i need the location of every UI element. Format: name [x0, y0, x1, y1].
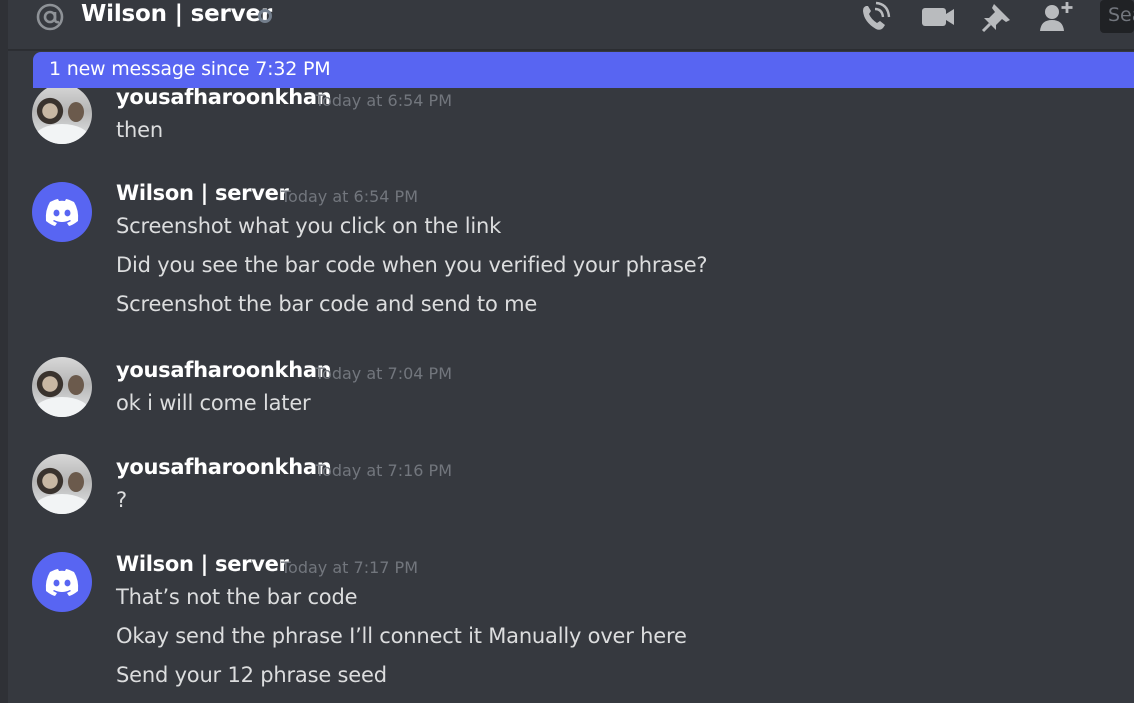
message-text: Send your 12 phrase seed — [116, 663, 387, 687]
message-list: yousafharoonkhan Today at 6:54 PM then W… — [8, 88, 1134, 703]
left-gutter — [0, 0, 8, 703]
message-username[interactable]: yousafharoonkhan — [116, 455, 332, 479]
avatar[interactable] — [32, 552, 92, 612]
message-timestamp: Today at 7:17 PM — [281, 558, 418, 577]
status-icon — [258, 9, 272, 23]
new-messages-bar[interactable]: 1 new message since 7:32 PM — [33, 52, 1134, 88]
add-friend-icon[interactable] — [1038, 0, 1074, 34]
message-timestamp: Today at 7:16 PM — [315, 461, 452, 480]
message-username[interactable]: yousafharoonkhan — [116, 358, 332, 382]
message-text: ok i will come later — [116, 391, 311, 415]
message-text: Did you see the bar code when you verifi… — [116, 253, 708, 277]
message-username[interactable]: Wilson | server — [116, 552, 289, 576]
message-username[interactable]: yousafharoonkhan — [116, 88, 332, 109]
message-text: Okay send the phrase I’ll connect it Man… — [116, 624, 687, 648]
message-text: Screenshot the bar code and send to me — [116, 292, 538, 316]
message-text: then — [116, 118, 163, 142]
message-timestamp: Today at 6:54 PM — [281, 187, 418, 206]
message-timestamp: Today at 7:04 PM — [315, 364, 452, 383]
pin-icon[interactable] — [980, 0, 1016, 34]
avatar[interactable] — [32, 454, 92, 514]
avatar[interactable] — [32, 182, 92, 242]
channel-title: Wilson | server — [81, 1, 272, 27]
search-placeholder: Search — [1108, 4, 1134, 26]
at-icon — [36, 3, 64, 31]
discord-logo-icon — [45, 569, 79, 596]
search-input[interactable]: Search — [1100, 0, 1134, 33]
call-icon[interactable] — [858, 0, 894, 34]
message-text: ? — [116, 488, 127, 512]
avatar[interactable] — [32, 357, 92, 417]
new-messages-text: 1 new message since 7:32 PM — [49, 58, 331, 80]
channel-header: Wilson | server Search — [8, 0, 1134, 50]
message-timestamp: Today at 6:54 PM — [315, 91, 452, 110]
message-username[interactable]: Wilson | server — [116, 181, 289, 205]
message-text: That’s not the bar code — [116, 585, 358, 609]
discord-logo-icon — [45, 199, 79, 226]
message-text: Screenshot what you click on the link — [116, 214, 502, 238]
video-icon[interactable] — [920, 0, 956, 34]
avatar[interactable] — [32, 88, 92, 144]
